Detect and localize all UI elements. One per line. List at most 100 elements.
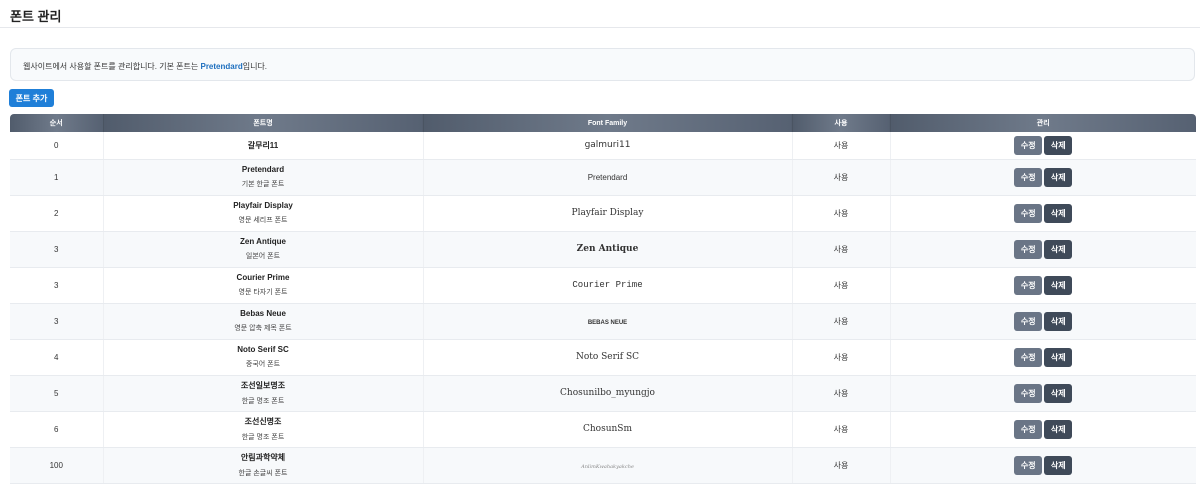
cell-order: 1 [10, 159, 104, 196]
delete-button[interactable]: 삭제 [1044, 347, 1073, 367]
cell-family: Playfair Display [423, 195, 793, 232]
cell-order: 3 [10, 267, 104, 304]
info-text-prefix: 웹사이트에서 사용할 폰트를 관리합니다. 기본 폰트는 [23, 62, 201, 71]
edit-button[interactable]: 수정 [1014, 203, 1043, 223]
font-family-sample: ChosunSm [582, 424, 632, 434]
table-row: 5 조선일보명조 한글 명조 폰트 Chosunilbo_myungjo 사용 수정 삭제 [10, 375, 1196, 412]
cell-use: 사용 [792, 132, 891, 160]
font-desc: 영문 세리프 폰트 [238, 217, 288, 224]
cell-name: 조선신명조 한글 명조 폰트 [103, 411, 424, 448]
font-name: 조선일보명조 [240, 381, 286, 390]
cell-manage: 수정 삭제 [890, 267, 1196, 304]
cell-manage: 수정 삭제 [890, 447, 1196, 484]
edit-button[interactable]: 수정 [1014, 347, 1043, 367]
table-row: 3 Zen Antique 일본어 폰트 Zen Antique 사용 수정 삭제 [10, 231, 1196, 268]
cell-order: 2 [10, 195, 104, 232]
cell-manage: 수정 삭제 [890, 303, 1196, 340]
col-header-order[interactable]: 순서 [10, 114, 104, 132]
edit-button[interactable]: 수정 [1014, 311, 1043, 331]
font-desc: 중국어 폰트 [245, 361, 281, 368]
cell-name: Zen Antique 일본어 폰트 [103, 231, 424, 268]
cell-manage: 수정 삭제 [890, 231, 1196, 268]
font-desc: 영문 타자기 폰트 [238, 289, 288, 296]
cell-manage: 수정 삭제 [890, 132, 1196, 160]
font-desc: 영문 압축 제목 폰트 [234, 325, 292, 332]
cell-order: 0 [10, 132, 104, 160]
cell-name: Pretendard 기본 한글 폰트 [103, 159, 424, 196]
font-desc: 일본어 폰트 [245, 253, 281, 260]
edit-button[interactable]: 수정 [1014, 455, 1043, 475]
cell-family: BEBAS NEUE [423, 303, 793, 340]
col-header-name[interactable]: 폰트명 [103, 114, 424, 132]
cell-family: Courier Prime [423, 267, 793, 304]
font-name: Zen Antique [240, 237, 286, 246]
edit-button[interactable]: 수정 [1014, 239, 1043, 259]
col-header-use[interactable]: 사용 [792, 114, 891, 132]
font-table: 순서 폰트명 Font Family 사용 관리 0 갈무리11 galmuri11… [10, 114, 1196, 484]
delete-button[interactable]: 삭제 [1044, 455, 1073, 475]
table-row: 100 안림과학약체 한글 손글씨 폰트 AnlimKwahakyakche 사용 수정 삭… [10, 447, 1196, 484]
cell-order: 100 [10, 447, 104, 484]
table-row: 3 Bebas Neue 영문 압축 제목 폰트 BEBAS NEUE 사용 수정 삭제 [10, 303, 1196, 340]
page-title: 폰트 관리 [10, 9, 62, 24]
font-name: Pretendard [241, 165, 285, 174]
table-header-row: 순서 폰트명 Font Family 사용 관리 [10, 114, 1196, 132]
edit-button[interactable]: 수정 [1014, 383, 1043, 403]
font-name: Playfair Display [233, 201, 293, 210]
font-desc: 한글 손글씨 폰트 [238, 470, 288, 477]
edit-button[interactable]: 수정 [1014, 135, 1043, 155]
cell-order: 3 [10, 231, 104, 268]
font-name: Courier Prime [236, 273, 290, 282]
delete-button[interactable]: 삭제 [1044, 239, 1073, 259]
font-family-sample: Playfair Display [571, 208, 644, 218]
cell-manage: 수정 삭제 [890, 411, 1196, 448]
cell-family: Pretendard [423, 159, 793, 196]
table-row: 4 Noto Serif SC 중국어 폰트 Noto Serif SC 사용 수정 삭제 [10, 339, 1196, 376]
cell-family: AnlimKwahakyakche [423, 447, 793, 484]
font-family-sample: Zen Antique [576, 244, 639, 254]
cell-name: Playfair Display 영문 세리프 폰트 [103, 195, 424, 232]
font-table-body: 0 갈무리11 galmuri11 사용 수정 삭제 1 Pretendard 기본 한글 폰트… [10, 132, 1196, 484]
cell-order: 4 [10, 339, 104, 376]
font-name: 안림과학약체 [240, 453, 286, 462]
edit-button[interactable]: 수정 [1014, 275, 1043, 295]
cell-order: 5 [10, 375, 104, 412]
cell-use: 사용 [792, 339, 891, 376]
delete-button[interactable]: 삭제 [1044, 419, 1073, 439]
cell-family: Zen Antique [423, 231, 793, 268]
delete-button[interactable]: 삭제 [1044, 167, 1073, 187]
info-default-font: Pretendard [200, 62, 243, 71]
cell-manage: 수정 삭제 [890, 159, 1196, 196]
col-header-family[interactable]: Font Family [423, 114, 793, 132]
edit-button[interactable]: 수정 [1014, 419, 1043, 439]
cell-name: 안림과학약체한글 손글씨 폰트 [103, 447, 424, 484]
table-row: 0 갈무리11 galmuri11 사용 수정 삭제 [10, 132, 1196, 160]
cell-use: 사용 [792, 267, 891, 304]
cell-name: 조선일보명조한글 명조 폰트 [103, 375, 424, 412]
table-row: 1 Pretendard 기본 한글 폰트 Pretendard 사용 수정 삭제 [10, 159, 1196, 196]
font-desc: 한글 명조 폰트 [241, 398, 285, 405]
cell-name: 갈무리11 [103, 132, 424, 160]
cell-name: Bebas Neue 영문 압축 제목 폰트 [103, 303, 424, 340]
cell-family: Chosunilbo_myungjo [423, 375, 793, 412]
table-row: 3 Courier Prime 영문 타자기 폰트 Courier Prime 사용 수정… [10, 267, 1196, 304]
cell-family: ChosunSm [423, 411, 793, 448]
font-name: Bebas Neue [240, 309, 286, 318]
info-text-suffix: 입니다. [242, 62, 268, 71]
cell-use: 사용 [792, 375, 891, 412]
cell-order: 3 [10, 303, 104, 340]
delete-button[interactable]: 삭제 [1044, 275, 1073, 295]
add-font-button[interactable]: 폰트 추가 [9, 89, 54, 107]
edit-button[interactable]: 수정 [1014, 167, 1043, 187]
delete-button[interactable]: 삭제 [1044, 383, 1073, 403]
font-name: 갈무리11 [247, 140, 279, 150]
delete-button[interactable]: 삭제 [1044, 203, 1073, 223]
font-name: Noto Serif SC [237, 345, 289, 354]
font-family-sample: Chosunilbo_myungjo [560, 388, 655, 398]
cell-manage: 수정 삭제 [890, 375, 1196, 412]
cell-family: galmuri11 [423, 132, 793, 160]
table-row: 2 Playfair Display 영문 세리프 폰트 Playfair Displ… [10, 195, 1196, 232]
delete-button[interactable]: 삭제 [1044, 135, 1073, 155]
info-box: 웹사이트에서 사용할 폰트를 관리합니다. 기본 폰트는 Pretendard입… [10, 48, 1195, 81]
delete-button[interactable]: 삭제 [1044, 311, 1073, 331]
